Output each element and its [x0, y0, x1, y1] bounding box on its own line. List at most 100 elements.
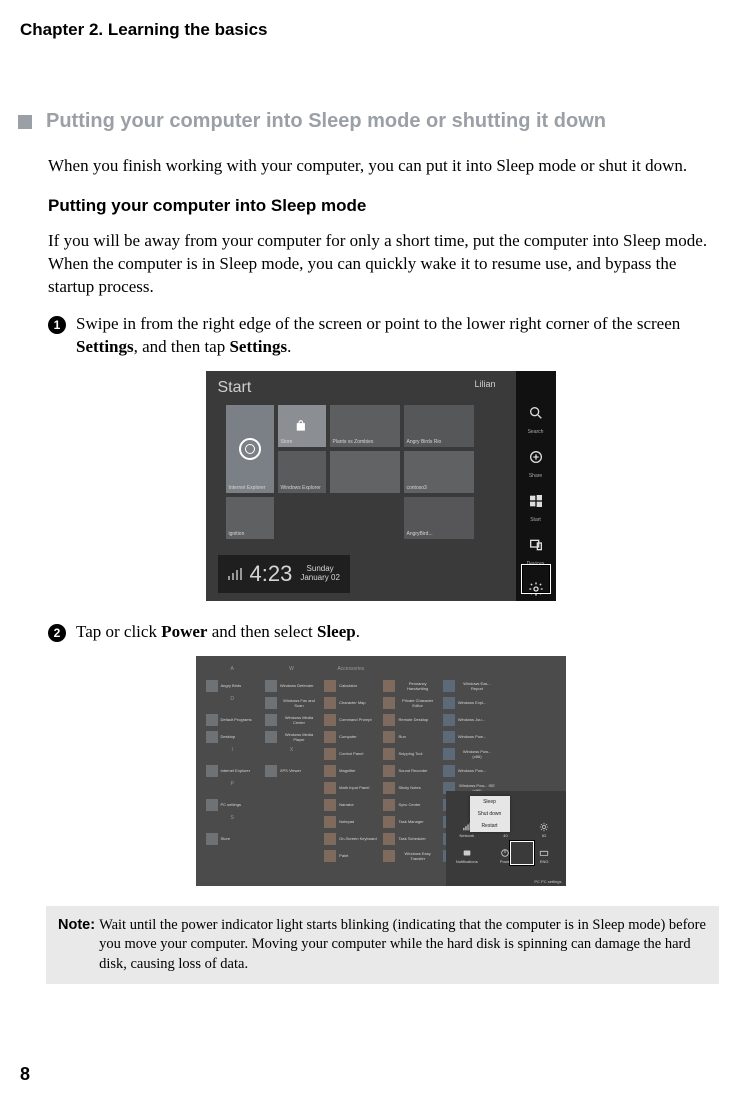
- app-tile-icon: [206, 680, 218, 692]
- tile-contoso[interactable]: contoso3: [404, 451, 474, 493]
- app-item[interactable]: Notepad: [324, 815, 377, 829]
- app-item[interactable]: Private Character Editor: [383, 696, 436, 710]
- app-tile-icon: [324, 799, 336, 811]
- app-item[interactable]: Desktop: [206, 730, 259, 744]
- app-item[interactable]: Computer: [324, 730, 377, 744]
- step1-end: .: [287, 337, 291, 356]
- charm-search[interactable]: Search: [524, 401, 548, 425]
- app-item[interactable]: Internet Explorer: [206, 764, 259, 778]
- apps-header: [502, 666, 555, 676]
- app-label: Windows Media Center: [280, 715, 318, 725]
- tile-angrybirds2[interactable]: AngryBird...: [404, 497, 474, 539]
- app-item[interactable]: Sync Center: [383, 798, 436, 812]
- app-label: Windows Pow... (x86): [458, 749, 496, 759]
- apps-header: [265, 849, 318, 859]
- charm-devices[interactable]: Devices: [524, 533, 548, 557]
- sun-icon: [539, 822, 549, 832]
- app-item[interactable]: Store: [206, 832, 259, 846]
- app-item[interactable]: XPS Viewer: [265, 764, 318, 778]
- app-item[interactable]: Sound Recorder: [383, 764, 436, 778]
- flyout-sleep[interactable]: Sleep: [470, 796, 510, 808]
- start-label: Start: [218, 379, 252, 397]
- app-item[interactable]: Task Scheduler: [383, 832, 436, 846]
- app-item[interactable]: On-Screen Keyboard: [324, 832, 377, 846]
- tile-store[interactable]: Store: [278, 405, 326, 447]
- app-item[interactable]: Angry Birds: [206, 679, 259, 693]
- app-item[interactable]: Narrator: [324, 798, 377, 812]
- tile-internet-explorer[interactable]: Internet Explorer: [226, 405, 274, 493]
- pc-settings-link[interactable]: PC PC settings: [446, 879, 566, 884]
- app-item[interactable]: Windows Expl...: [443, 696, 496, 710]
- charm-start[interactable]: Start: [524, 489, 548, 513]
- app-label: Windows Easy Transfer: [398, 851, 436, 861]
- step-badge-2: 2: [48, 624, 66, 642]
- app-item[interactable]: Windows Jou...: [443, 713, 496, 727]
- app-label: Sticky Notes: [398, 785, 420, 790]
- app-item[interactable]: Pennancy Handwriting: [383, 679, 436, 693]
- app-item[interactable]: Math Input Panel: [324, 781, 377, 795]
- flyout-restart[interactable]: Restart: [470, 820, 510, 832]
- app-item[interactable]: Windows Fax and Scan: [265, 696, 318, 710]
- charm-share[interactable]: Share: [524, 445, 548, 469]
- app-item[interactable]: Sticky Notes: [383, 781, 436, 795]
- apps-header: A: [206, 666, 259, 676]
- app-tile-icon: [383, 850, 395, 862]
- apps-header: [502, 713, 555, 723]
- app-item[interactable]: Command Prompt: [324, 713, 377, 727]
- app-item[interactable]: Remote Desktop: [383, 713, 436, 727]
- tile-win-explorer[interactable]: Windows Explorer: [278, 451, 326, 493]
- app-item[interactable]: Calculator: [324, 679, 377, 693]
- apps-header: [206, 849, 259, 859]
- clock-day: Sunday: [307, 564, 334, 573]
- tile-angrybirds[interactable]: Angry Birds Rio: [404, 405, 474, 447]
- app-item[interactable]: Character Map: [324, 696, 377, 710]
- clock-date: Sunday January 02: [300, 565, 340, 583]
- sp-brightness[interactable]: 62: [526, 818, 563, 842]
- app-label: Default Programs: [221, 717, 252, 722]
- tile-blank[interactable]: [330, 451, 400, 493]
- app-label: Internet Explorer: [221, 768, 251, 773]
- sp-notifications[interactable]: Notifications: [449, 844, 486, 868]
- step2-end: .: [356, 622, 360, 641]
- tile-ign-label: ignition: [229, 531, 245, 537]
- note-label: Note:: [58, 916, 95, 975]
- page-number: 8: [20, 1064, 30, 1085]
- flyout-shutdown[interactable]: Shut down: [470, 808, 510, 820]
- app-item[interactable]: Task Manager: [383, 815, 436, 829]
- app-item[interactable]: Snipping Tool: [383, 747, 436, 761]
- app-tile-icon: [324, 697, 336, 709]
- tile-pvz[interactable]: Plants vs Zombies: [330, 405, 400, 447]
- app-item[interactable]: Windows Pow...: [443, 730, 496, 744]
- app-label: Command Prompt: [339, 717, 371, 722]
- app-item[interactable]: PC settings: [206, 798, 259, 812]
- power-highlight-box: [510, 841, 534, 865]
- app-item[interactable]: Windows Media Center: [265, 713, 318, 727]
- app-tile-icon: [383, 765, 395, 777]
- apps-header: [502, 730, 555, 740]
- bag-icon: [295, 419, 309, 433]
- app-label: Pennancy Handwriting: [398, 681, 436, 691]
- app-label: Math Input Panel: [339, 785, 369, 790]
- app-item[interactable]: Windows Eas... Report: [443, 679, 496, 693]
- charm-start-label: Start: [530, 517, 541, 523]
- app-item[interactable]: Magnifier: [324, 764, 377, 778]
- app-item[interactable]: Default Programs: [206, 713, 259, 727]
- tile-pvz-label: Plants vs Zombies: [333, 439, 374, 445]
- app-item[interactable]: Run: [383, 730, 436, 744]
- apps-header: S: [206, 815, 259, 825]
- tile-ignition[interactable]: ignition: [226, 497, 274, 539]
- step2-pre: Tap or click: [76, 622, 161, 641]
- note-box: Note: Wait until the power indicator lig…: [46, 906, 719, 985]
- app-label: Calculator: [339, 683, 357, 688]
- app-item[interactable]: Windows Media Player: [265, 730, 318, 744]
- figure-1-start-screen: Start Lilian Internet Explorer Store Pla…: [206, 371, 556, 601]
- app-item[interactable]: Windows Easy Transfer: [383, 849, 436, 863]
- app-item[interactable]: Control Panel: [324, 747, 377, 761]
- app-item[interactable]: Windows Pow... (x86): [443, 747, 496, 761]
- app-item[interactable]: Windows Pow...: [443, 764, 496, 778]
- apps-header: [502, 679, 555, 689]
- step2-bold1: Power: [161, 622, 207, 641]
- app-item[interactable]: Paint: [324, 849, 377, 863]
- apps-header: P: [206, 781, 259, 791]
- app-item[interactable]: Windows Defender: [265, 679, 318, 693]
